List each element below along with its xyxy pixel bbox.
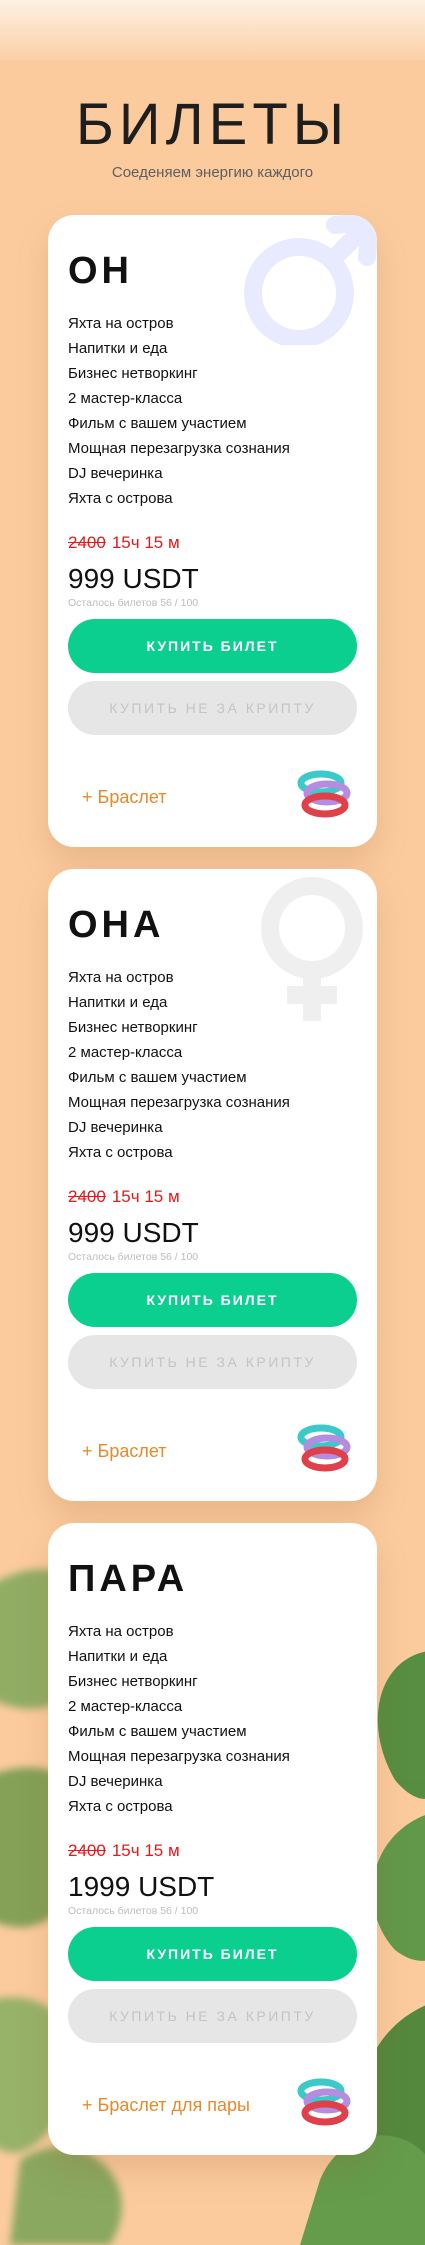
old-price-row: 2400 15ч 15 м [68,533,180,553]
feature-item: Мощная перезагрузка сознания [68,440,290,457]
countdown-timer: 15ч 15 м [111,1187,180,1206]
feature-item: Фильм с вашем участием [68,415,247,432]
add-couple-bracelet-link[interactable]: + Браслет для пары [82,2095,250,2116]
feature-list: Яхта на остров Напитки и еда Бизнес нетв… [68,1619,290,1819]
feature-item: DJ вечеринка [68,465,163,482]
tickets-remaining: Осталось билетов 56 / 100 [68,597,199,609]
buy-non-crypto-button[interactable]: КУПИТЬ НЕ ЗА КРИПТУ [68,681,357,735]
feature-item: 2 мастер-класса [68,390,183,407]
old-price: 2400 [68,1187,106,1206]
feature-item: Мощная перезагрузка сознания [68,1748,290,1765]
countdown-timer: 15ч 15 м [111,533,180,552]
ticket-card-she: ОНА Яхта на остров Напитки и еда Бизнес … [48,869,377,1501]
card-title: ПАРА [68,1558,189,1600]
buy-non-crypto-button[interactable]: КУПИТЬ НЕ ЗА КРИПТУ [68,1335,357,1389]
feature-list: Яхта на остров Напитки и еда Бизнес нетв… [68,965,290,1165]
tickets-remaining: Осталось билетов 56 / 100 [68,1905,199,1917]
feature-item: 2 мастер-класса [68,1698,183,1715]
feature-item: Мощная перезагрузка сознания [68,1094,290,1111]
current-price: 999 USDT [68,563,199,594]
feature-item: Напитки и еда [68,994,168,1011]
buy-ticket-button[interactable]: КУПИТЬ БИЛЕТ [68,1273,357,1327]
feature-item: Бизнес нетворкинг [68,1673,198,1690]
current-price: 1999 USDT [68,1871,215,1902]
old-price: 2400 [68,1841,106,1860]
tickets-remaining: Осталось билетов 56 / 100 [68,1251,199,1263]
buy-non-crypto-button[interactable]: КУПИТЬ НЕ ЗА КРИПТУ [68,1989,357,2043]
feature-item: DJ вечеринка [68,1119,163,1136]
feature-item: Яхта на остров [68,969,174,986]
header: БИЛЕТЫ Соеденяем энергию каждого [0,90,425,181]
feature-item: Напитки и еда [68,1648,168,1665]
add-bracelet-link[interactable]: + Браслет [82,1441,167,1462]
feature-item: Бизнес нетворкинг [68,1019,198,1036]
feature-item: Бизнес нетворкинг [68,365,198,382]
feature-item: 2 мастер-класса [68,1044,183,1061]
old-price: 2400 [68,533,106,552]
countdown-timer: 15ч 15 м [111,1841,180,1860]
bracelet-image [297,2078,351,2126]
ticket-card-couple: ПАРА Яхта на остров Напитки и еда Бизнес… [48,1523,377,2155]
ticket-card-he: ОН Яхта на остров Напитки и еда Бизнес н… [48,215,377,847]
feature-list: Яхта на остров Напитки и еда Бизнес нетв… [68,311,290,511]
card-title: ОН [68,250,133,292]
buy-ticket-button[interactable]: КУПИТЬ БИЛЕТ [68,619,357,673]
feature-item: Яхта на остров [68,315,174,332]
buy-ticket-button[interactable]: КУПИТЬ БИЛЕТ [68,1927,357,1981]
page-subtitle: Соеденяем энергию каждого [111,164,314,181]
bracelet-image [297,1424,351,1472]
feature-item: Фильм с вашем участием [68,1069,247,1086]
feature-item: DJ вечеринка [68,1773,163,1790]
bracelet-image [297,770,351,818]
page-title: БИЛЕТЫ [75,92,350,157]
feature-item: Яхта с острова [68,490,173,507]
feature-item: Яхта с острова [68,1798,173,1815]
feature-item: Напитки и еда [68,340,168,357]
card-title: ОНА [68,904,165,946]
feature-item: Фильм с вашем участием [68,1723,247,1740]
feature-item: Яхта на остров [68,1623,174,1640]
current-price: 999 USDT [68,1217,199,1248]
old-price-row: 2400 15ч 15 м [68,1841,180,1861]
old-price-row: 2400 15ч 15 м [68,1187,180,1207]
top-gradient [0,0,425,60]
feature-item: Яхта с острова [68,1144,173,1161]
add-bracelet-link[interactable]: + Браслет [82,787,167,808]
